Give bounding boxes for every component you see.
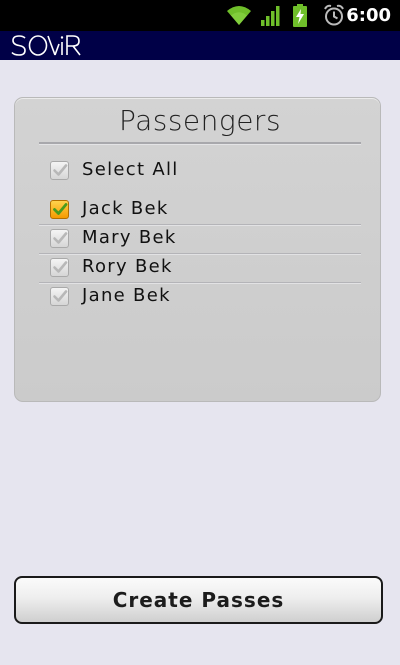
alarm-icon	[324, 4, 344, 26]
wifi-icon	[227, 6, 251, 25]
passenger-row-rory[interactable]: Rory Bek	[50, 256, 350, 278]
check-icon	[53, 232, 68, 244]
check-icon	[53, 261, 68, 273]
check-icon	[53, 164, 68, 176]
check-icon	[53, 203, 68, 215]
title-divider	[39, 142, 361, 145]
select-all-checkbox[interactable]	[50, 161, 69, 180]
passenger-row-jane[interactable]: Jane Bek	[50, 285, 350, 307]
passenger-label: Rory Bek	[82, 256, 173, 277]
battery-charging-icon	[293, 4, 307, 27]
create-passes-button[interactable]: Create Passes	[14, 576, 383, 624]
signal-icon	[261, 6, 280, 26]
passengers-title: Passengers	[118, 104, 282, 137]
passenger-checkbox-jane[interactable]	[50, 287, 69, 306]
soair-logo	[11, 35, 81, 56]
passenger-checkbox-mary[interactable]	[50, 229, 69, 248]
status-bar: 6:00	[0, 0, 400, 31]
passenger-checkbox-rory[interactable]	[50, 258, 69, 277]
passenger-label: Jack Bek	[82, 198, 169, 219]
passenger-label: Jane Bek	[82, 285, 171, 306]
select-all-label: Select All	[82, 159, 179, 180]
passenger-label: Mary Bek	[82, 227, 177, 248]
select-all-row[interactable]: Select All	[50, 159, 350, 181]
check-icon	[53, 290, 68, 302]
passenger-row-mary[interactable]: Mary Bek	[50, 227, 350, 249]
passenger-checkbox-jack[interactable]	[50, 200, 69, 219]
clock-time: 6:00	[346, 5, 391, 26]
passenger-row-jack[interactable]: Jack Bek	[50, 198, 350, 220]
app-header	[0, 31, 400, 60]
